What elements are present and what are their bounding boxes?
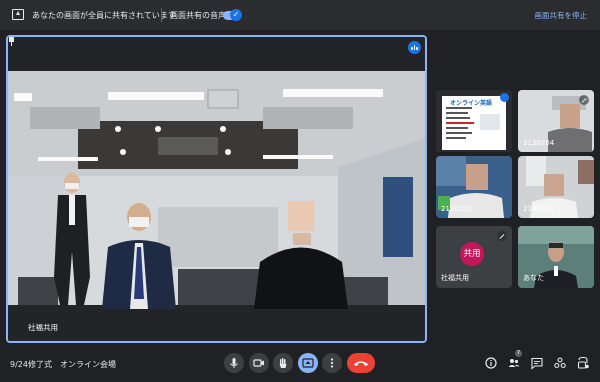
mic-off-icon — [579, 95, 589, 105]
host-controls-icon[interactable] — [576, 356, 590, 370]
people-icon[interactable] — [507, 356, 521, 370]
present-screen-icon — [302, 358, 314, 368]
chat-icon[interactable] — [530, 356, 544, 370]
thumbnail-participant[interactable]: 2130132 — [436, 156, 512, 218]
share-status-text: あなたの画面が全員に共有されています — [32, 11, 176, 20]
participant-name: 2130042 — [523, 205, 555, 213]
participant-name: あなた — [523, 274, 544, 282]
present-screen-icon — [12, 9, 24, 20]
camera-icon — [253, 359, 264, 367]
main-video-feed — [8, 37, 425, 341]
thumbnail-self[interactable]: あなた — [518, 226, 594, 288]
raise-hand-button[interactable] — [273, 353, 293, 373]
speaking-indicator-icon — [408, 41, 421, 54]
speaking-indicator-icon — [500, 93, 509, 102]
end-call-icon — [354, 361, 368, 366]
meeting-title: 9/24修了式 オンライン会場 — [10, 360, 116, 369]
mic-button[interactable] — [224, 353, 244, 373]
hand-icon — [279, 358, 287, 368]
more-options-button[interactable] — [322, 353, 342, 373]
participant-name: 社福共用 — [441, 274, 469, 282]
mic-icon — [230, 358, 238, 368]
pin-icon — [9, 37, 14, 46]
participant-count-badge: 7 — [515, 350, 522, 357]
check-icon: ✓ — [230, 9, 242, 21]
thumbnail-slide[interactable]: オンライン英語 — [436, 90, 512, 152]
info-icon[interactable] — [484, 356, 498, 370]
participant-name: 2130132 — [441, 205, 473, 213]
more-vert-icon — [330, 358, 334, 368]
mic-off-icon — [497, 231, 507, 241]
leave-call-button[interactable] — [347, 353, 375, 373]
screen-share-banner: あなたの画面が全員に共有されています 画面共有の音声 ✓ 画面共有を停止 — [0, 0, 600, 30]
slide-title: オンライン英語 — [450, 100, 493, 107]
camera-button[interactable] — [249, 353, 269, 373]
main-tile-name: 社福共用 — [28, 323, 58, 332]
share-audio-toggle[interactable]: ✓ — [223, 9, 242, 21]
activities-icon[interactable] — [553, 356, 567, 370]
stop-sharing-button[interactable]: 画面共有を停止 — [535, 10, 588, 21]
thumbnail-participant[interactable]: 共用 社福共用 — [436, 226, 512, 288]
thumbnail-participant[interactable]: 2130042 — [518, 156, 594, 218]
share-audio-label: 画面共有の音声 — [170, 11, 226, 20]
avatar: 共用 — [460, 242, 484, 266]
participant-name: 2130204 — [523, 139, 555, 147]
main-video-tile[interactable]: 社福共用 — [6, 35, 427, 343]
present-button[interactable] — [298, 353, 318, 373]
divider — [161, 8, 162, 22]
thumbnail-participant[interactable]: 2130204 — [518, 90, 594, 152]
